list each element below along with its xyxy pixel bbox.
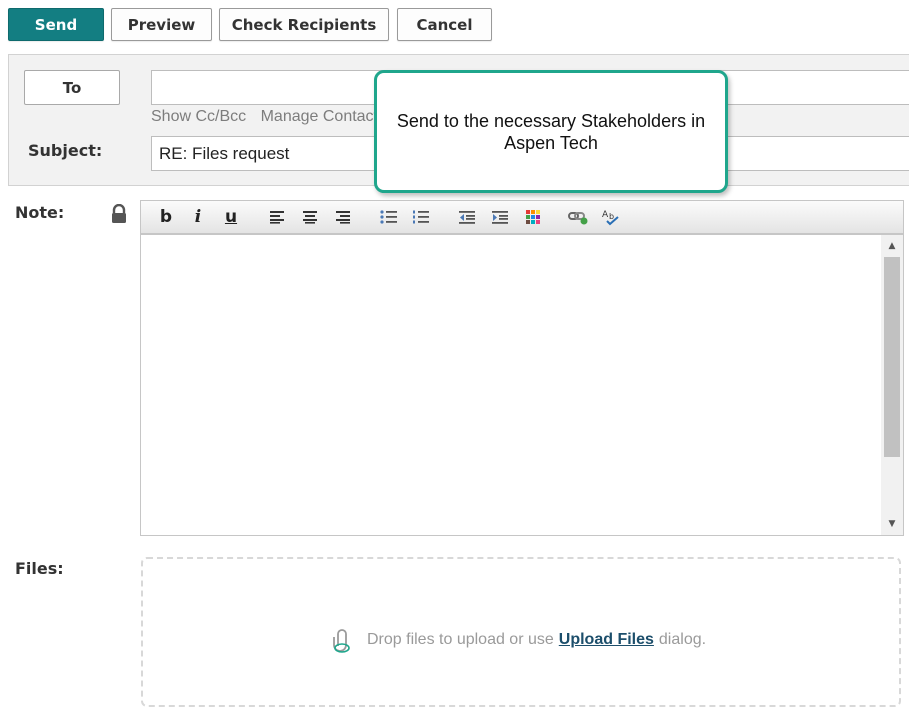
show-cc-bcc-link[interactable]: Show Cc/Bcc	[151, 108, 246, 125]
align-center-icon[interactable]	[298, 205, 322, 229]
file-dropzone[interactable]: Drop files to upload or use Upload Files…	[141, 557, 901, 707]
svg-text:b: b	[609, 212, 614, 221]
lock-icon[interactable]	[110, 204, 128, 224]
align-left-icon[interactable]	[265, 205, 289, 229]
check-recipients-button[interactable]: Check Recipients	[219, 8, 389, 41]
svg-text:A: A	[602, 210, 609, 220]
dropzone-text: Drop files to upload or use Upload Files…	[329, 626, 706, 654]
link-icon[interactable]	[567, 205, 591, 229]
editor-toolbar: b i u A b	[140, 200, 904, 234]
spell-check-icon[interactable]: A b	[600, 205, 624, 229]
note-label: Note:	[15, 203, 65, 222]
align-right-icon[interactable]	[331, 205, 355, 229]
drop-text: Drop files to upload or use	[367, 631, 554, 648]
indent-icon[interactable]	[488, 205, 512, 229]
send-button[interactable]: Send	[8, 8, 104, 41]
underline-icon[interactable]: u	[219, 205, 243, 229]
recipient-links: Show Cc/Bcc Manage Contact	[151, 108, 388, 126]
color-palette-icon[interactable]	[521, 205, 545, 229]
bullet-list-icon[interactable]	[377, 205, 401, 229]
editor-scrollbar[interactable]: ▲ ▼	[881, 235, 903, 535]
to-button[interactable]: To	[24, 70, 120, 105]
scroll-thumb[interactable]	[884, 257, 900, 457]
preview-button[interactable]: Preview	[111, 8, 212, 41]
bold-icon[interactable]: b	[154, 205, 178, 229]
upload-files-link[interactable]: Upload Files	[559, 631, 654, 649]
subject-label: Subject:	[28, 141, 103, 160]
numbered-list-icon[interactable]	[409, 205, 433, 229]
scroll-down-icon[interactable]: ▼	[881, 515, 903, 533]
outdent-icon[interactable]	[455, 205, 479, 229]
note-editor[interactable]: ▲ ▼	[140, 234, 904, 536]
scroll-up-icon[interactable]: ▲	[881, 237, 903, 255]
instruction-callout: Send to the necessary Stakeholders in As…	[374, 70, 728, 193]
paperclip-icon	[333, 629, 350, 653]
manage-contacts-link[interactable]: Manage Contact	[261, 108, 378, 125]
cancel-button[interactable]: Cancel	[397, 8, 492, 41]
italic-icon[interactable]: i	[186, 205, 210, 229]
drop-text-suffix: dialog.	[658, 631, 707, 648]
files-label: Files:	[15, 559, 64, 578]
